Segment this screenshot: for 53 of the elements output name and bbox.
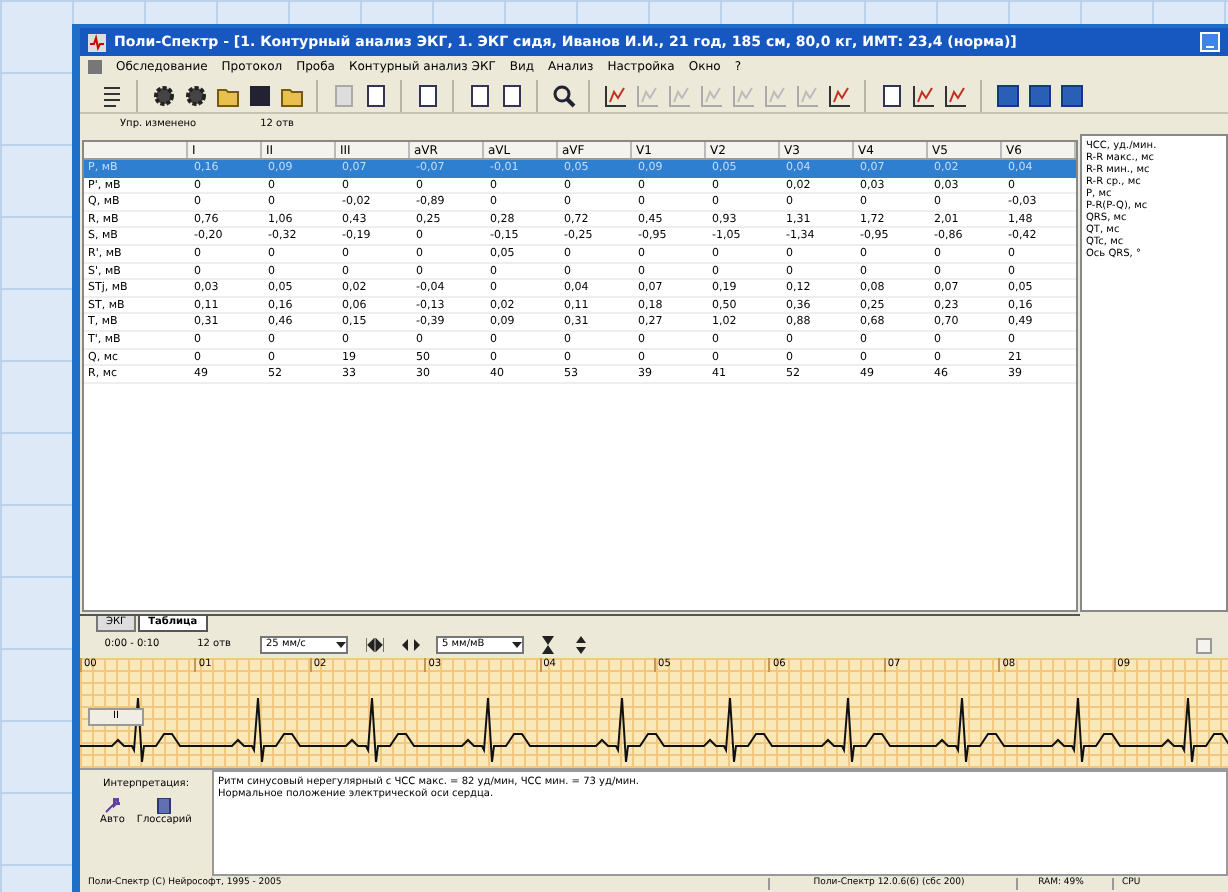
minimize-button[interactable]: [1200, 32, 1220, 52]
folder-icon: [215, 83, 239, 107]
toolbar-button[interactable]: [1056, 80, 1086, 110]
save-icon: [247, 83, 271, 107]
document-icon: [415, 83, 439, 107]
toolbar-button[interactable]: [992, 80, 1022, 110]
caret-icon: [336, 641, 346, 649]
chart-icon: [911, 83, 935, 107]
app-icon: [88, 33, 106, 51]
search-icon: [551, 83, 575, 107]
wand-icon: [104, 797, 121, 813]
caret-icon: [512, 641, 522, 649]
toolbar-button[interactable]: [908, 80, 938, 110]
gear-icon: [183, 83, 207, 107]
list-icon: [99, 83, 123, 107]
chart-icon: [635, 83, 659, 107]
window-icon: [1059, 83, 1083, 107]
toolbar-button[interactable]: [1024, 80, 1054, 110]
gear-icon: [151, 83, 175, 107]
toolbar-button[interactable]: [600, 80, 630, 110]
book-icon: [156, 797, 173, 813]
toolbar-button[interactable]: [940, 80, 970, 110]
folder-icon: [279, 83, 303, 107]
double-arrow-icon: [575, 636, 585, 654]
toolbar-button[interactable]: [244, 80, 274, 110]
document-icon: [499, 83, 523, 107]
chart-icon: [795, 83, 819, 107]
chart-icon: [603, 83, 627, 107]
window-icon: [1027, 83, 1051, 107]
hourglass-icon: [542, 636, 554, 654]
window-icon: [995, 83, 1019, 107]
chart-icon: [667, 83, 691, 107]
toolbar-button[interactable]: [180, 80, 210, 110]
scroll-button[interactable]: [1196, 637, 1212, 653]
document-icon: [467, 83, 491, 107]
vertical-shrink-button[interactable]: [572, 636, 588, 654]
vertical-expand-button[interactable]: [540, 636, 556, 654]
document-icon: [363, 83, 387, 107]
document-icon: [879, 83, 903, 107]
chart-icon: [763, 83, 787, 107]
chart-icon: [699, 83, 723, 107]
document-icon: [331, 83, 355, 107]
chart-icon: [731, 83, 755, 107]
compress-button[interactable]: [364, 636, 384, 654]
expand-button[interactable]: [400, 636, 420, 654]
document-icon: [88, 60, 102, 74]
toolbar-button[interactable]: [148, 80, 178, 110]
arrows-outward-icon: [401, 638, 419, 652]
arrows-inward-icon: [365, 638, 383, 652]
chart-icon: [827, 83, 851, 107]
toolbar-button[interactable]: [824, 80, 854, 110]
chart-icon: [943, 83, 967, 107]
toolbar-button[interactable]: [548, 80, 578, 110]
